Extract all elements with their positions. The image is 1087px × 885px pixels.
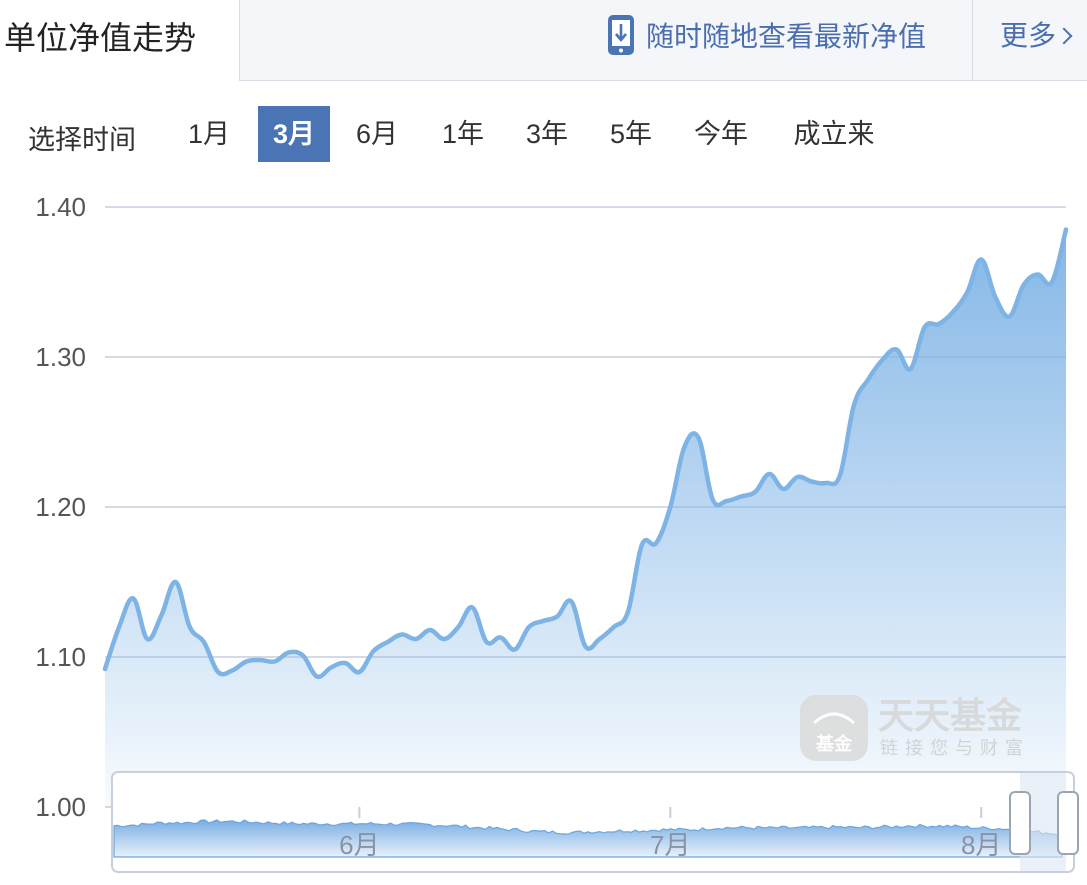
watermark: 基金 天天基金 链接您与财富 bbox=[800, 695, 1030, 761]
header-divider bbox=[972, 0, 973, 80]
x-tick-label: 8月 bbox=[961, 830, 1001, 860]
range-year-to-date[interactable]: 今年 bbox=[684, 106, 758, 162]
chart-header: 单位净值走势 随时随地查看最新净值 更多 bbox=[0, 0, 1087, 81]
range-1-month[interactable]: 1月 bbox=[180, 106, 238, 162]
range-3-months[interactable]: 3月 bbox=[258, 106, 330, 162]
range-since-inception[interactable]: 成立来 bbox=[782, 106, 886, 162]
more-link-label: 更多 bbox=[1000, 20, 1057, 51]
navigator-right-handle[interactable] bbox=[1057, 791, 1079, 855]
y-tick-label: 1.00 bbox=[35, 792, 86, 822]
x-tick-label: 6月 bbox=[339, 830, 379, 860]
phone-download-icon bbox=[608, 15, 634, 55]
chart-title-tab[interactable]: 单位净值走势 bbox=[0, 0, 240, 81]
watermark-slogan: 链接您与财富 bbox=[880, 738, 1030, 758]
watermark-brand: 天天基金 bbox=[878, 695, 1023, 736]
more-link[interactable]: 更多 bbox=[1000, 14, 1073, 54]
y-axis-labels: 1.40 1.30 1.20 1.10 1.00 bbox=[35, 192, 86, 822]
x-tick-label: 7月 bbox=[650, 830, 690, 860]
range-6-months[interactable]: 6月 bbox=[346, 106, 408, 162]
y-tick-label: 1.10 bbox=[35, 642, 86, 672]
range-5-years[interactable]: 5年 bbox=[600, 106, 662, 162]
y-tick-label: 1.30 bbox=[35, 342, 86, 372]
mobile-app-link-label: 随时随地查看最新净值 bbox=[646, 21, 927, 52]
navigator-left-handle[interactable] bbox=[1009, 791, 1031, 855]
watermark-logo-text: 基金 bbox=[815, 733, 853, 754]
time-range-selector: 选择时间 1月 3月 6月 1年 3年 5年 今年 成立来 bbox=[0, 106, 1087, 162]
range-navigator[interactable]: 6月 7月 8月 bbox=[111, 771, 1079, 873]
chevron-right-icon bbox=[1055, 27, 1073, 45]
mobile-app-link[interactable]: 随时随地查看最新净值 bbox=[606, 10, 926, 60]
y-tick-label: 1.40 bbox=[35, 192, 86, 222]
range-1-year[interactable]: 1年 bbox=[432, 106, 494, 162]
y-tick-label: 1.20 bbox=[35, 492, 86, 522]
time-range-label: 选择时间 bbox=[28, 125, 136, 155]
nav-area-chart: 1.40 1.30 1.20 1.10 1.00 基金 天天基金 链接您与财富 6月 7月… bbox=[35, 192, 1079, 873]
range-3-years[interactable]: 3年 bbox=[516, 106, 578, 162]
